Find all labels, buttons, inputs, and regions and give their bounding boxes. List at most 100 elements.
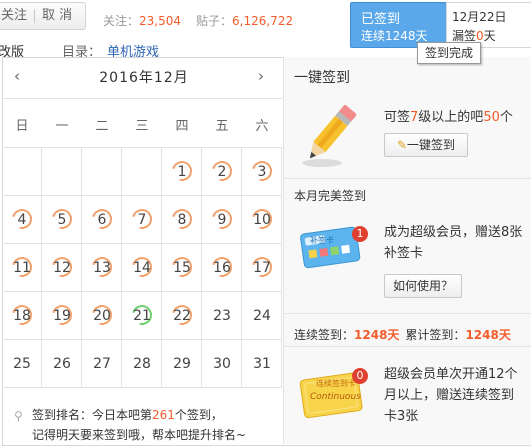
pencil-small-icon: ✎ bbox=[396, 138, 408, 152]
calendar-day-number: 14 bbox=[133, 260, 151, 276]
weekday-label: 五 bbox=[215, 119, 229, 134]
pencil-icon bbox=[298, 99, 360, 169]
calendar-day-cell[interactable]: 16 bbox=[202, 244, 242, 292]
weekday-label: 日 bbox=[15, 119, 29, 134]
calendar-day-cell[interactable]: 5 bbox=[42, 196, 82, 244]
card-label: 补签卡 bbox=[310, 236, 334, 245]
calendar-day-cell[interactable]: 27 bbox=[82, 340, 122, 388]
next-month-icon[interactable]: › bbox=[258, 67, 264, 85]
calendar-day-number: 23 bbox=[213, 308, 231, 324]
calendar-day-number: 26 bbox=[53, 356, 71, 372]
calendar-day-number: 29 bbox=[173, 356, 191, 372]
perfect-desc: 成为超级会员，赠送8张补签卡 bbox=[384, 225, 523, 261]
signed-label: 已签到 bbox=[361, 12, 401, 27]
sign-rank: ⚲ 签到排名：今日本吧第261个签到， 记得明天要来签到哦，帮本吧提升排名~ bbox=[14, 408, 247, 442]
location-pin-icon: ⚲ bbox=[14, 409, 23, 423]
follow-count-stat: 关注：23,504 bbox=[103, 14, 182, 28]
calendar-day-number: 19 bbox=[53, 308, 71, 324]
onekey-desc: 可签7级以上的吧50个 bbox=[384, 110, 513, 125]
calendar-day-cell[interactable]: 21 bbox=[122, 292, 162, 340]
calendar-day-cell[interactable]: 4 bbox=[2, 196, 42, 244]
calendar-day-cell[interactable]: 28 bbox=[122, 340, 162, 388]
calendar-day-cell[interactable]: 31 bbox=[242, 340, 282, 388]
howto-button[interactable]: 如何使用？ bbox=[384, 274, 462, 298]
calendar-day-number: 13 bbox=[93, 260, 111, 276]
onekey-title: 一键签到 bbox=[294, 70, 350, 86]
calendar-day-cell[interactable]: 26 bbox=[42, 340, 82, 388]
calendar-day-number: 24 bbox=[253, 308, 271, 324]
divider bbox=[284, 346, 531, 347]
calendar-day-number: 21 bbox=[133, 308, 151, 324]
perfect-title: 本月完美签到 bbox=[294, 189, 367, 203]
card2-label: 连续签到卡 bbox=[316, 379, 356, 388]
calendar-day-number: 22 bbox=[173, 308, 191, 324]
follow-button[interactable]: 关注 bbox=[1, 8, 27, 23]
calendar-day-cell[interactable]: 10 bbox=[242, 196, 282, 244]
calendar-day-cell[interactable]: 14 bbox=[122, 244, 162, 292]
calendar-day-number: 30 bbox=[213, 356, 231, 372]
calendar-day-cell[interactable]: 7 bbox=[122, 196, 162, 244]
sign-complete-tooltip: 签到完成 bbox=[417, 42, 482, 64]
calendar-day-cell[interactable]: 15 bbox=[162, 244, 202, 292]
calendar-day-number: 20 bbox=[93, 308, 111, 324]
cancel-follow-button[interactable]: 取 消 bbox=[42, 8, 72, 23]
calendar-day-number: 9 bbox=[217, 212, 227, 228]
calendar-day-cell[interactable]: 29 bbox=[162, 340, 202, 388]
calendar-grid: 1 2 3 4 5 6 7 8 9 10 11 12 13 14 15 16 17 18 19 20 21 22 23 24 2… bbox=[2, 147, 283, 388]
prev-month-icon[interactable]: ‹ bbox=[14, 67, 20, 85]
calendar-day-number: 25 bbox=[13, 356, 31, 372]
post-count: 6,126,722 bbox=[232, 14, 294, 28]
calendar-day-number: 10 bbox=[253, 212, 271, 228]
calendar-day-cell[interactable]: 23 bbox=[202, 292, 242, 340]
follow-cancel-group: 关注取 消 bbox=[0, 2, 86, 30]
calendar-day-number: 7 bbox=[137, 212, 147, 228]
calendar-day-cell[interactable]: 3 bbox=[242, 148, 282, 196]
divider bbox=[284, 178, 531, 179]
weekday-label: 六 bbox=[255, 119, 269, 134]
calendar-day-cell[interactable]: 30 bbox=[202, 340, 242, 388]
date-label: 12月22日 bbox=[452, 10, 507, 24]
calendar-day-cell[interactable]: 19 bbox=[42, 292, 82, 340]
calendar-day-number: 8 bbox=[177, 212, 187, 228]
calendar-day-cell bbox=[42, 148, 82, 196]
calendar-day-number: 11 bbox=[13, 260, 31, 276]
calendar-day-cell[interactable]: 9 bbox=[202, 196, 242, 244]
calendar-day-cell[interactable]: 1 bbox=[162, 148, 202, 196]
follow-count: 23,504 bbox=[139, 14, 182, 28]
calendar-day-cell[interactable]: 18 bbox=[2, 292, 42, 340]
calendar-header: ‹ 2016年12月 › bbox=[14, 67, 272, 89]
calendar-day-cell[interactable]: 11 bbox=[2, 244, 42, 292]
weekday-label: 一 bbox=[55, 119, 69, 134]
calendar-day-cell bbox=[2, 148, 42, 196]
weekday-label: 二 bbox=[95, 119, 109, 134]
calendar-day-number: 17 bbox=[253, 260, 271, 276]
calendar-day-number: 16 bbox=[213, 260, 231, 276]
calendar-day-cell[interactable]: 12 bbox=[42, 244, 82, 292]
calendar-day-cell[interactable]: 6 bbox=[82, 196, 122, 244]
calendar-day-number: 31 bbox=[253, 356, 271, 372]
calendar-day-cell[interactable]: 2 bbox=[202, 148, 242, 196]
divider bbox=[284, 313, 531, 314]
calendar-day-cell[interactable]: 24 bbox=[242, 292, 282, 340]
calendar-day-number: 2 bbox=[217, 164, 227, 180]
calendar-day-cell[interactable]: 25 bbox=[2, 340, 42, 388]
calendar-day-number: 3 bbox=[257, 164, 267, 180]
calendar-day-cell bbox=[122, 148, 162, 196]
calendar-day-cell[interactable]: 22 bbox=[162, 292, 202, 340]
calendar-day-number: 15 bbox=[173, 260, 191, 276]
calendar-day-cell[interactable]: 17 bbox=[242, 244, 282, 292]
card2-desc: 超级会员单次开通12个月以上，赠送连续签到卡3张 bbox=[384, 367, 518, 424]
calendar-day-cell[interactable]: 13 bbox=[82, 244, 122, 292]
calendar-day-number: 6 bbox=[97, 212, 107, 228]
calendar-day-cell[interactable]: 20 bbox=[82, 292, 122, 340]
streak-summary: 连续签到：1248天 累计签到：1248天 bbox=[294, 328, 511, 342]
calendar-day-number: 12 bbox=[53, 260, 71, 276]
card-badge: 1 bbox=[352, 226, 368, 242]
calendar-day-number: 27 bbox=[93, 356, 111, 372]
calendar-day-number: 1 bbox=[177, 164, 187, 180]
calendar-day-number: 28 bbox=[133, 356, 151, 372]
card2-badge: 0 bbox=[352, 368, 368, 384]
onekey-sign-button[interactable]: ✎一键签到 bbox=[384, 133, 468, 157]
calendar-day-cell[interactable]: 8 bbox=[162, 196, 202, 244]
divider bbox=[2, 98, 282, 99]
